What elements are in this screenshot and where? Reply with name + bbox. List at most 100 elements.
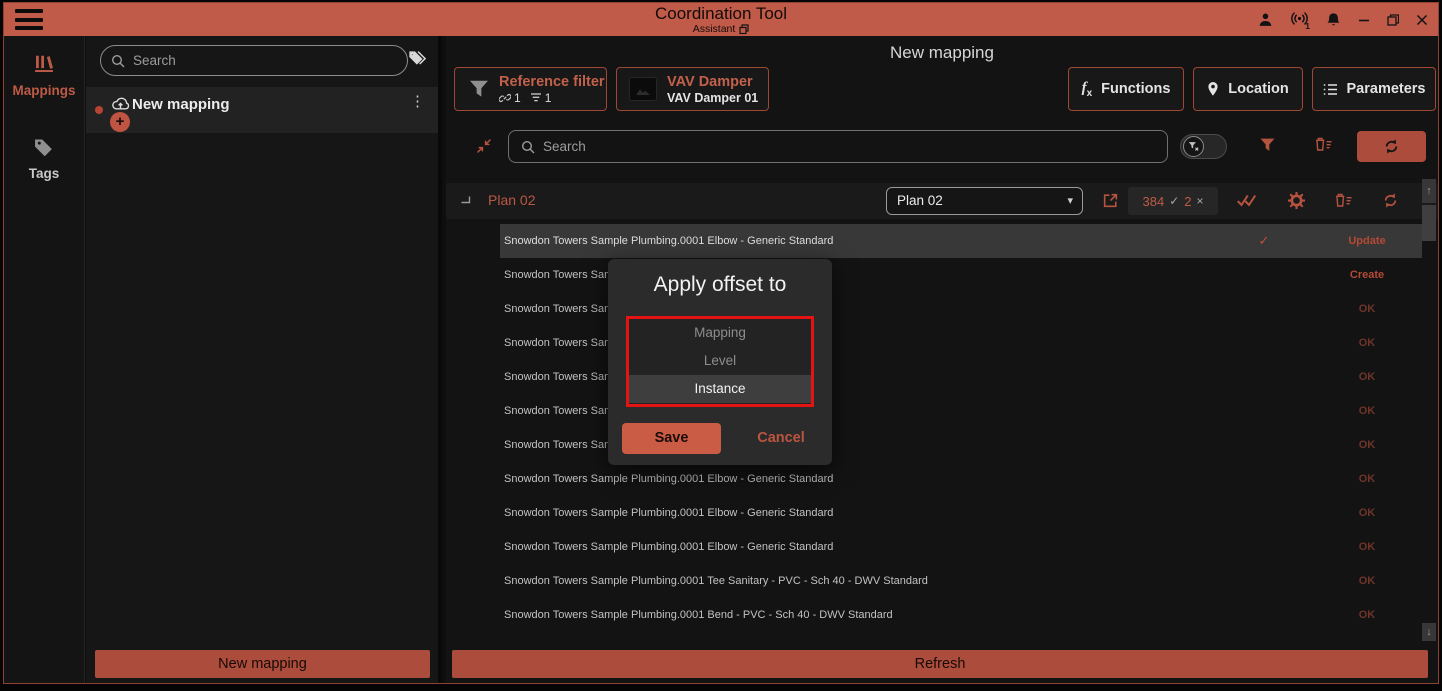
row-label: Snowdon Towers Sample Plumbing.0001 Elbo…: [504, 224, 833, 258]
scrollbar-down-button[interactable]: ↓: [1422, 623, 1436, 641]
mappings-search: [100, 45, 408, 76]
user-icon[interactable]: [1258, 12, 1273, 27]
parameters-button[interactable]: Parameters: [1312, 67, 1436, 111]
minimize-icon[interactable]: [1358, 14, 1370, 26]
parameters-label: Parameters: [1347, 81, 1426, 97]
row-status: OK: [1322, 428, 1412, 462]
items-search: [508, 130, 1168, 163]
reference-filter-button[interactable]: Reference filter 1 1: [454, 67, 607, 111]
tags-filter-icon[interactable]: [407, 49, 428, 69]
row-status: OK: [1322, 292, 1412, 326]
cloud-upload-icon: [111, 96, 130, 111]
table-row[interactable]: Snowdon Towers Sample Plumbing.0001 Elbo…: [500, 462, 1422, 496]
row-status: OK: [1322, 530, 1412, 564]
family-button[interactable]: VAV Damper VAV Damper 01: [616, 67, 769, 111]
image-icon: [629, 77, 657, 101]
row-status: OK: [1322, 496, 1412, 530]
row-label: Snowdon Towers Sample Plumbing.0001 Elbo…: [504, 462, 833, 496]
funnel-icon[interactable]: [1260, 138, 1275, 152]
cancel-button[interactable]: Cancel: [742, 423, 820, 454]
collapse-all-icon[interactable]: [476, 138, 492, 154]
app-window: Coordination Tool Assistant 1 Mappings: [3, 2, 1439, 684]
table-row[interactable]: Snowdon Towers Sample Plumbing.0001 Elbo…: [500, 530, 1422, 564]
refresh-button-small[interactable]: [1357, 131, 1426, 162]
restore-icon[interactable]: [1387, 14, 1399, 26]
clear-group-icon[interactable]: [1334, 192, 1353, 209]
refresh-group-icon[interactable]: [1382, 192, 1399, 209]
save-button[interactable]: Save: [622, 423, 721, 454]
dialog-title: Apply offset to: [608, 273, 832, 297]
row-label: Snowdon Towers Sample Plumbing.0001 Bend…: [504, 598, 893, 632]
refresh-button[interactable]: Refresh: [452, 650, 1428, 678]
nav-label: Tags: [4, 166, 84, 181]
result-count-badge: 384 ✓ 2 ×: [1128, 187, 1218, 215]
offset-option-mapping[interactable]: Mapping: [629, 319, 811, 347]
check-icon: ✓: [1169, 194, 1179, 208]
nav-item-tags[interactable]: Tags: [4, 136, 84, 181]
table-row[interactable]: Snowdon Towers Sample Plumbing.0001 Elbo…: [500, 224, 1422, 258]
copy-icon[interactable]: [739, 24, 749, 35]
apply-offset-dialog: Apply offset to MappingLevelInstance Sav…: [608, 259, 832, 465]
page-title: New mapping: [446, 43, 1438, 63]
filter-count: 1: [545, 91, 552, 105]
gear-icon[interactable]: [1288, 192, 1305, 209]
row-status: OK: [1322, 360, 1412, 394]
scrollbar-up-button[interactable]: ↑: [1422, 179, 1436, 203]
error-count: 2: [1184, 194, 1191, 209]
broadcast-count: 1: [1305, 21, 1310, 31]
collapse-group-icon[interactable]: [461, 196, 472, 205]
offset-options-list: MappingLevelInstance: [626, 316, 814, 407]
level-dropdown[interactable]: Plan 02 ▾: [886, 187, 1083, 215]
clear-list-icon[interactable]: [1314, 136, 1333, 153]
nav-item-mappings[interactable]: Mappings: [4, 53, 84, 98]
items-search-input[interactable]: [543, 139, 1155, 154]
chevron-down-icon: ▾: [1067, 188, 1073, 214]
reference-filter-label: Reference filter: [499, 74, 605, 91]
offset-option-level[interactable]: Level: [629, 347, 811, 375]
functions-button[interactable]: fx Functions: [1068, 67, 1184, 111]
app-root: Coordination Tool Assistant 1 Mappings: [0, 0, 1442, 691]
main-panel: New mapping Reference filter 1 1: [446, 36, 1438, 683]
row-status: Update: [1322, 224, 1412, 258]
mapping-item-label: New mapping: [132, 96, 230, 113]
filter-toggle-knob: [1183, 136, 1204, 157]
table-row[interactable]: Snowdon Towers Sample Plumbing.0001 Bend…: [500, 598, 1422, 632]
item-menu-icon[interactable]: ⋮: [410, 98, 425, 106]
mappings-search-input[interactable]: [133, 53, 397, 68]
mapping-list-item[interactable]: New mapping + ⋮: [86, 87, 438, 133]
row-label: Snowdon Towers Sample Plumbing.0001 Elbo…: [504, 496, 833, 530]
new-mapping-button[interactable]: New mapping: [95, 650, 430, 678]
list-icon: [1323, 83, 1338, 96]
fx-icon: fx: [1082, 80, 1093, 99]
offset-option-instance[interactable]: Instance: [629, 375, 811, 403]
add-filter-button[interactable]: +: [110, 112, 130, 132]
table-row[interactable]: Snowdon Towers Sample Plumbing.0001 Tee …: [500, 564, 1422, 598]
sync-icon: [1383, 138, 1400, 155]
family-title: VAV Damper: [667, 74, 758, 91]
row-check-icon: ✓: [1254, 224, 1274, 258]
open-external-icon[interactable]: [1102, 192, 1119, 209]
row-status: OK: [1322, 394, 1412, 428]
app-subtitle: Assistant: [693, 23, 736, 35]
funnel-x-icon: [1188, 141, 1199, 152]
success-count: 384: [1142, 194, 1164, 209]
bell-icon[interactable]: [1326, 12, 1341, 28]
tag-icon: [33, 136, 55, 158]
check-all-icon[interactable]: [1236, 193, 1257, 208]
unsaved-dot: [95, 106, 103, 114]
library-icon: [33, 53, 55, 75]
link-icon: [499, 92, 511, 104]
location-button[interactable]: Location: [1193, 67, 1303, 111]
row-status: OK: [1322, 598, 1412, 632]
row-label: Snowdon Towers Sample Plumbing.0001 Elbo…: [504, 530, 833, 564]
link-count: 1: [514, 91, 521, 105]
funnel-icon: [469, 80, 489, 98]
close-icon[interactable]: [1416, 14, 1428, 26]
row-label: Snowdon Towers Sample Plumbing.0001 Tee …: [504, 564, 928, 598]
location-label: Location: [1228, 81, 1288, 97]
family-subtitle: VAV Damper 01: [667, 91, 758, 105]
filter-toggle[interactable]: [1180, 134, 1227, 159]
scrollbar-thumb[interactable]: [1422, 205, 1436, 241]
pin-icon: [1207, 81, 1219, 97]
table-row[interactable]: Snowdon Towers Sample Plumbing.0001 Elbo…: [500, 496, 1422, 530]
